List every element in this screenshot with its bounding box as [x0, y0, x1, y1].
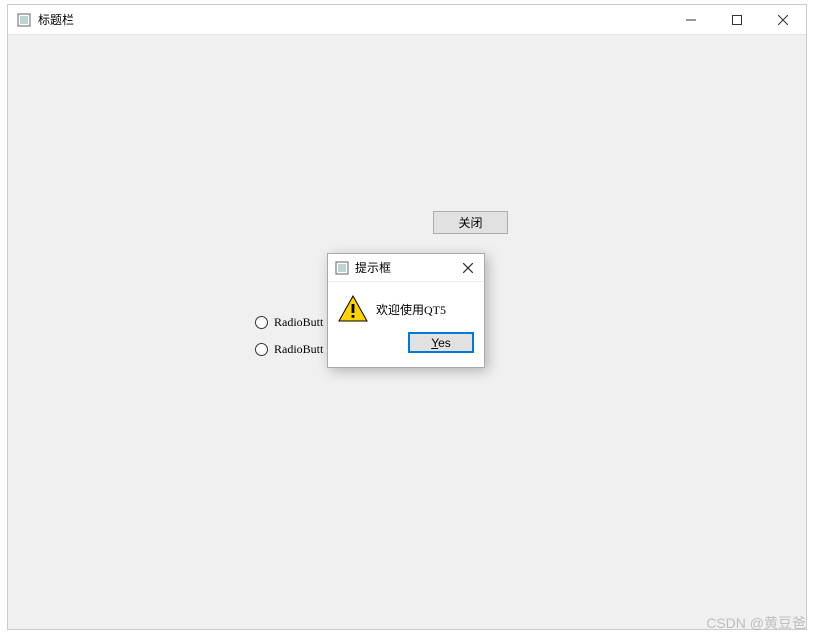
radio-item[interactable]: RadioButt: [255, 342, 323, 357]
close-button[interactable]: 关闭: [433, 211, 508, 234]
warning-icon: [338, 295, 368, 323]
minimize-button[interactable]: [668, 5, 714, 34]
yes-button[interactable]: Yes: [408, 332, 474, 353]
dialog-app-icon: [334, 260, 350, 276]
radio-label: RadioButt: [274, 342, 323, 357]
radio-icon: [255, 316, 268, 329]
dialog-button-row: Yes: [328, 332, 484, 361]
dialog-titlebar: 提示框: [328, 254, 484, 282]
window-controls: [668, 5, 806, 34]
main-titlebar: 标题栏: [8, 5, 806, 35]
app-icon: [16, 12, 32, 28]
dialog-message: 欢迎使用QT5: [376, 301, 446, 318]
dialog-title: 提示框: [355, 259, 452, 276]
radio-item[interactable]: RadioButt: [255, 315, 323, 330]
maximize-button[interactable]: [714, 5, 760, 34]
radio-label: RadioButt: [274, 315, 323, 330]
radio-group: RadioButt RadioButt: [255, 315, 323, 369]
dialog-close-button[interactable]: [452, 254, 484, 281]
close-window-button[interactable]: [760, 5, 806, 34]
message-dialog: 提示框 欢迎使用QT5 Yes: [327, 253, 485, 368]
window-title: 标题栏: [38, 11, 668, 28]
radio-icon: [255, 343, 268, 356]
dialog-body: 欢迎使用QT5: [328, 282, 484, 332]
close-button-label: 关闭: [458, 214, 482, 231]
yes-button-label: Yes: [431, 336, 451, 350]
